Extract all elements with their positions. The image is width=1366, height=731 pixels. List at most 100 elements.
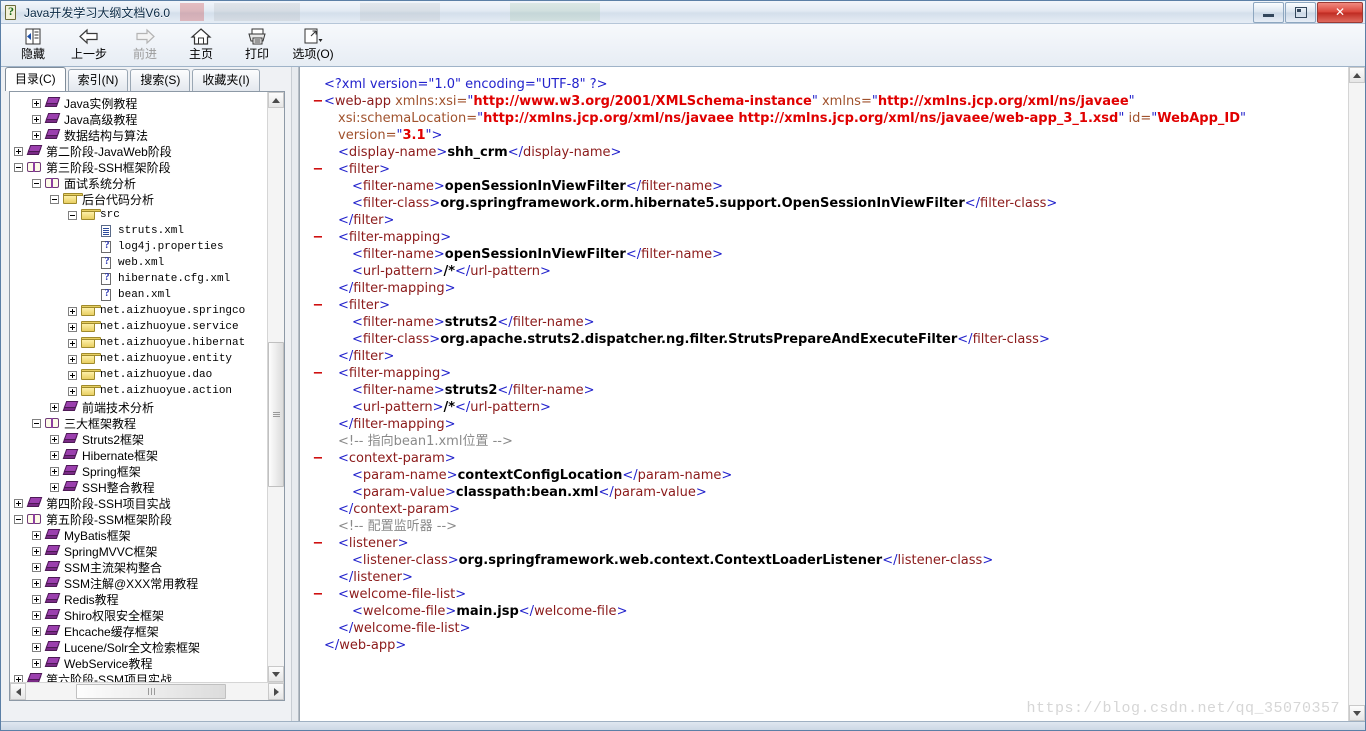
tree-item[interactable]: Shiro权限安全框架 [10, 607, 267, 623]
tree-item[interactable]: 第四阶段-SSH项目实战 [10, 495, 267, 511]
expand-plus-icon[interactable] [32, 130, 41, 140]
fold-toggle-icon[interactable]: − [312, 297, 324, 314]
fold-toggle-icon[interactable]: − [312, 450, 324, 467]
tree-item[interactable]: struts.xml [10, 223, 267, 239]
tree-item[interactable]: 数据结构与算法 [10, 127, 267, 143]
fold-toggle-icon[interactable]: − [312, 535, 324, 552]
tree-item[interactable]: Redis教程 [10, 591, 267, 607]
tree-item[interactable]: Ehcache缓存框架 [10, 623, 267, 639]
tree-item[interactable]: net.aizhuoyue.service [10, 319, 267, 335]
close-button[interactable]: ✕ [1317, 1, 1363, 23]
tree-vertical-scrollbar[interactable] [267, 92, 284, 682]
xml-document-view[interactable]: <?xml version="1.0" encoding="UTF-8" ?> −… [300, 67, 1348, 721]
tree-item[interactable]: net.aizhuoyue.action [10, 383, 267, 399]
collapse-minus-icon[interactable] [14, 514, 23, 524]
tree-scroll-track[interactable] [268, 108, 284, 666]
toolbar-button-forward[interactable]: 前进 [117, 24, 173, 64]
minimize-button[interactable] [1253, 1, 1284, 23]
expand-plus-icon[interactable] [68, 322, 77, 332]
expand-plus-icon[interactable] [68, 354, 77, 364]
expand-plus-icon[interactable] [14, 498, 23, 508]
tree-item[interactable]: Hibernate框架 [10, 447, 267, 463]
expand-plus-icon[interactable] [14, 674, 23, 682]
tree-item[interactable]: Lucene/Solr全文检索框架 [10, 639, 267, 655]
tree-item[interactable]: WebService教程 [10, 655, 267, 671]
expand-plus-icon[interactable] [14, 146, 23, 156]
tree-item[interactable]: net.aizhuoyue.springco [10, 303, 267, 319]
expand-plus-icon[interactable] [32, 626, 41, 636]
tree-item[interactable]: 三大框架教程 [10, 415, 267, 431]
tree-hscroll-thumb[interactable] [76, 684, 226, 699]
document-vertical-scrollbar[interactable] [1348, 67, 1365, 721]
tree-item[interactable]: net.aizhuoyue.hibernat [10, 335, 267, 351]
expand-plus-icon[interactable] [68, 306, 77, 316]
doc-scroll-up-button[interactable] [1349, 67, 1365, 83]
expand-plus-icon[interactable] [50, 482, 59, 492]
tree-item[interactable]: ? hibernate.cfg.xml [10, 271, 267, 287]
expand-plus-icon[interactable] [32, 530, 41, 540]
expand-plus-icon[interactable] [32, 578, 41, 588]
contents-tree[interactable]: Java实例教程 Java高级教程 数据结构与算法 第二阶段-JavaWeb阶段 第三阶… [10, 92, 267, 682]
restore-button[interactable] [1285, 1, 1316, 23]
collapse-minus-icon[interactable] [32, 418, 41, 428]
expand-plus-icon[interactable] [32, 610, 41, 620]
nav-tab-1[interactable]: 索引(N) [67, 69, 129, 91]
tree-item[interactable]: 第二阶段-JavaWeb阶段 [10, 143, 267, 159]
tree-item[interactable]: Java高级教程 [10, 111, 267, 127]
expand-plus-icon[interactable] [68, 338, 77, 348]
tree-item[interactable]: 前端技术分析 [10, 399, 267, 415]
tree-item[interactable]: Java实例教程 [10, 95, 267, 111]
toolbar-button-home[interactable]: 主页 [173, 24, 229, 64]
tree-item[interactable]: Struts2框架 [10, 431, 267, 447]
expand-plus-icon[interactable] [32, 642, 41, 652]
doc-scroll-down-button[interactable] [1349, 705, 1365, 721]
tree-scroll-thumb[interactable] [268, 342, 284, 488]
nav-tab-3[interactable]: 收藏夹(I) [192, 69, 260, 91]
tree-item[interactable]: net.aizhuoyue.dao [10, 367, 267, 383]
fold-toggle-icon[interactable]: − [312, 93, 324, 110]
expand-plus-icon[interactable] [32, 114, 41, 124]
nav-tab-2[interactable]: 搜索(S) [130, 69, 191, 91]
tree-item[interactable]: 第六阶段-SSM项目实战 [10, 671, 267, 682]
collapse-minus-icon[interactable] [50, 194, 59, 204]
expand-plus-icon[interactable] [32, 562, 41, 572]
toolbar-button-hide[interactable]: 隐藏 [5, 24, 61, 64]
expand-plus-icon[interactable] [50, 402, 59, 412]
tree-item[interactable]: 后台代码分析 [10, 191, 267, 207]
tree-item[interactable]: SpringMVVC框架 [10, 543, 267, 559]
expand-plus-icon[interactable] [32, 594, 41, 604]
pane-splitter[interactable] [291, 67, 299, 721]
collapse-minus-icon[interactable] [32, 178, 41, 188]
expand-plus-icon[interactable] [68, 386, 77, 396]
expand-plus-icon[interactable] [68, 370, 77, 380]
tree-item[interactable]: SSM注解@XXX常用教程 [10, 575, 267, 591]
expand-plus-icon[interactable] [32, 546, 41, 556]
fold-toggle-icon[interactable]: − [312, 161, 324, 178]
tree-item[interactable]: MyBatis框架 [10, 527, 267, 543]
scroll-right-button[interactable] [268, 683, 284, 700]
toolbar-button-back[interactable]: 上一步 [61, 24, 117, 64]
fold-toggle-icon[interactable]: − [312, 229, 324, 246]
expand-plus-icon[interactable] [50, 466, 59, 476]
scroll-up-button[interactable] [268, 92, 284, 108]
tree-item[interactable]: ? log4j.properties [10, 239, 267, 255]
collapse-minus-icon[interactable] [14, 162, 23, 172]
fold-toggle-icon[interactable]: − [312, 586, 324, 603]
tree-item[interactable]: 第三阶段-SSH框架阶段 [10, 159, 267, 175]
collapse-minus-icon[interactable] [68, 210, 77, 220]
expand-plus-icon[interactable] [32, 98, 41, 108]
tree-item[interactable]: src [10, 207, 267, 223]
tree-item[interactable]: SSM主流架构整合 [10, 559, 267, 575]
scroll-left-button[interactable] [10, 683, 26, 700]
tree-item[interactable]: SSH整合教程 [10, 479, 267, 495]
tree-item[interactable]: 面试系统分析 [10, 175, 267, 191]
tree-item[interactable]: Spring框架 [10, 463, 267, 479]
scroll-down-button[interactable] [268, 666, 284, 682]
tree-item[interactable]: ? bean.xml [10, 287, 267, 303]
tree-item[interactable]: 第五阶段-SSM框架阶段 [10, 511, 267, 527]
expand-plus-icon[interactable] [32, 658, 41, 668]
toolbar-button-print[interactable]: 打印 [229, 24, 285, 64]
toolbar-button-options[interactable]: 选项(O) [285, 24, 341, 64]
tree-item[interactable]: net.aizhuoyue.entity [10, 351, 267, 367]
tree-horizontal-scrollbar[interactable] [10, 682, 284, 700]
